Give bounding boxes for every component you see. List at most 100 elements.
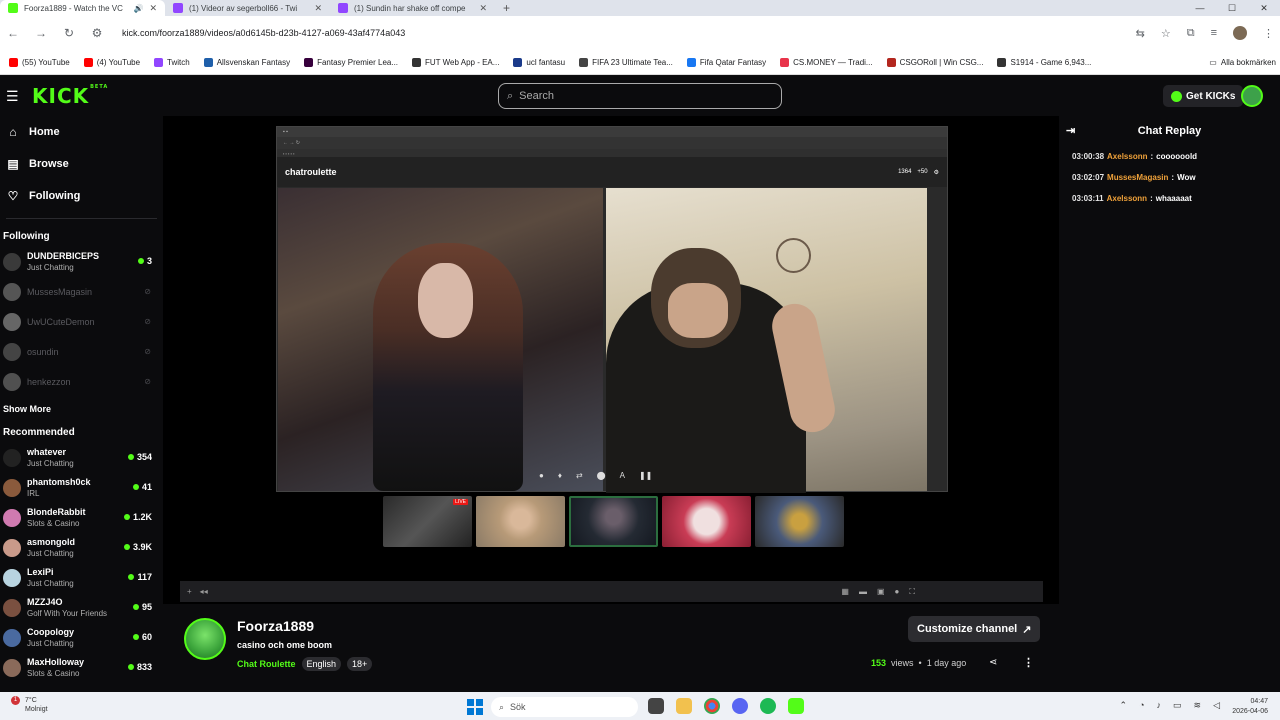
sidebar-channel[interactable]: henkezzon ⊘ bbox=[0, 367, 163, 397]
kick-logo[interactable]: KICKBETA bbox=[32, 84, 108, 108]
sidebar-channel[interactable]: BlondeRabbit Slots & Casino 1.2K bbox=[0, 503, 163, 533]
sidebar-channel[interactable]: osundin ⊘ bbox=[0, 337, 163, 367]
thumbnail-5[interactable] bbox=[755, 496, 844, 547]
speaker-icon[interactable]: 🔊 bbox=[133, 4, 143, 13]
maximize-icon[interactable]: ☐ bbox=[1216, 0, 1248, 16]
collapse-chat-icon[interactable]: ⇥ bbox=[1066, 124, 1075, 137]
profile-avatar[interactable] bbox=[1233, 26, 1247, 40]
menu-kebab-icon[interactable]: ⋮ bbox=[1263, 27, 1274, 40]
close-window-icon[interactable]: ✕ bbox=[1248, 0, 1280, 16]
chrome-icon[interactable] bbox=[704, 698, 720, 714]
bookmark-item[interactable]: CSGORoll | Win CSG... bbox=[880, 57, 991, 67]
back-icon[interactable]: ← bbox=[6, 26, 20, 40]
chat-username[interactable]: Axelssonn bbox=[1107, 152, 1147, 161]
clock[interactable]: 04:47 2026-04-06 bbox=[1232, 697, 1268, 717]
sidebar-item-following[interactable]: ♡ Following bbox=[0, 180, 163, 212]
chat-username[interactable]: MussesMagasin bbox=[1107, 173, 1168, 182]
wifi-icon[interactable]: ≋ bbox=[1194, 700, 1202, 711]
minimize-icon[interactable]: — bbox=[1184, 0, 1216, 16]
site-info-icon[interactable]: ⚙ bbox=[90, 26, 104, 40]
sidebar-channel[interactable]: DUNDERBICEPS Just Chatting 3 bbox=[0, 247, 163, 277]
hamburger-menu-icon[interactable]: ☰ bbox=[6, 88, 19, 105]
volume-icon[interactable]: ◂◂ bbox=[200, 587, 208, 596]
sidebar-channel[interactable]: asmongold Just Chatting 3.9K bbox=[0, 533, 163, 563]
chat-username[interactable]: Axelssonn bbox=[1107, 194, 1147, 203]
streamer-avatar[interactable] bbox=[184, 618, 226, 660]
more-options-icon[interactable]: ⋮ bbox=[1023, 656, 1034, 669]
sidebar-channel[interactable]: MussesMagasin ⊘ bbox=[0, 277, 163, 307]
user-avatar[interactable] bbox=[1241, 85, 1263, 107]
bookmark-item[interactable]: (4) YouTube bbox=[77, 57, 147, 67]
mic-icon[interactable]: ♦ bbox=[558, 471, 562, 480]
customize-channel-button[interactable]: Customize channel ↗ bbox=[908, 616, 1041, 642]
windows-start-icon[interactable] bbox=[467, 699, 483, 715]
filter-icon[interactable]: A bbox=[620, 471, 625, 480]
task-view-icon[interactable] bbox=[648, 698, 664, 714]
location-icon[interactable]: ● bbox=[539, 471, 544, 480]
kick-app-icon[interactable] bbox=[788, 698, 804, 714]
bookmark-item[interactable]: Fifa Qatar Fantasy bbox=[680, 57, 773, 67]
thumbnail-2[interactable] bbox=[476, 496, 565, 547]
sidebar-channel[interactable]: whatever Just Chatting 354 bbox=[0, 443, 163, 473]
close-icon[interactable]: ✕ bbox=[314, 3, 322, 14]
share-icon[interactable]: ⋖ bbox=[989, 657, 997, 668]
thumbnail-4[interactable] bbox=[662, 496, 751, 547]
file-explorer-icon[interactable] bbox=[676, 698, 692, 714]
category-link[interactable]: Chat Roulette bbox=[237, 659, 296, 669]
add-icon[interactable]: + bbox=[187, 587, 192, 596]
sidebar-item-home[interactable]: ⌂ Home bbox=[0, 116, 163, 148]
reading-list-icon[interactable]: ≡ bbox=[1211, 27, 1217, 39]
new-tab-button[interactable]: + bbox=[503, 1, 510, 15]
url-field[interactable]: kick.com/foorza1889/videos/a0d6145b-d23b… bbox=[118, 21, 1122, 45]
spotify-icon[interactable] bbox=[760, 698, 776, 714]
search-input[interactable]: ⌕ Search bbox=[498, 83, 782, 109]
bookmark-item[interactable]: S1914 - Game 6,943... bbox=[990, 57, 1098, 67]
bookmark-item[interactable]: FIFA 23 Ultimate Tea... bbox=[572, 57, 680, 67]
sidebar-item-browse[interactable]: ▤ Browse bbox=[0, 148, 163, 180]
thumbnail-3[interactable] bbox=[569, 496, 658, 547]
network-icon[interactable]: ◔ bbox=[1139, 700, 1144, 711]
tab-kick[interactable]: Foorza1889 - Watch the VC 🔊 ✕ bbox=[0, 0, 165, 16]
pip-icon[interactable]: ▣ bbox=[877, 587, 885, 596]
streamer-name[interactable]: Foorza1889 bbox=[237, 618, 314, 634]
quality-icon[interactable]: ▦ bbox=[841, 587, 849, 596]
bookmark-item[interactable]: FUT Web App - EA... bbox=[405, 57, 506, 67]
translate-icon[interactable]: ⇆ bbox=[1136, 27, 1145, 40]
sidebar-channel[interactable]: MaxHolloway Slots & Casino 833 bbox=[0, 653, 163, 683]
theater-icon[interactable]: ▬ bbox=[859, 587, 867, 596]
reload-icon[interactable]: ↻ bbox=[62, 26, 76, 40]
tray-chevron-icon[interactable]: ⌃ bbox=[1120, 700, 1128, 711]
fullscreen-icon[interactable]: ⛶ bbox=[909, 587, 915, 597]
sidebar-channel[interactable]: phantomsh0ck IRL 41 bbox=[0, 473, 163, 503]
get-kicks-button[interactable]: Get KICKs bbox=[1163, 85, 1244, 107]
bookmark-item[interactable]: Allsvenskan Fantasy bbox=[197, 57, 297, 67]
bookmark-item[interactable]: Fantasy Premier Lea... bbox=[297, 57, 405, 67]
close-icon[interactable]: ✕ bbox=[479, 3, 487, 14]
mic-tray-icon[interactable]: ♪ bbox=[1157, 700, 1162, 711]
video-frame[interactable]: ▪ ▪ ← → ↻ ▪ ▪ ▪ ▪ ▪ chatroulette 1364 +50… bbox=[276, 126, 948, 493]
extensions-icon[interactable]: ⧉ bbox=[1187, 27, 1195, 40]
tag-language[interactable]: English bbox=[301, 657, 342, 671]
taskbar-search[interactable]: ⌕ Sök bbox=[491, 697, 638, 717]
tab-twitch-1[interactable]: (1) Videor av segerboll66 - Twi ✕ bbox=[165, 0, 330, 16]
bookmark-item[interactable]: Twitch bbox=[147, 57, 197, 67]
show-more-button[interactable]: Show More bbox=[0, 397, 163, 421]
tab-twitch-2[interactable]: (1) Sundin har shake off compe ✕ bbox=[330, 0, 495, 16]
display-icon[interactable]: ▭ bbox=[1173, 700, 1182, 711]
close-icon[interactable]: ✕ bbox=[149, 3, 157, 14]
volume-tray-icon[interactable]: ◁ bbox=[1213, 700, 1220, 711]
bookmark-item[interactable]: (55) YouTube bbox=[2, 57, 77, 67]
forward-icon[interactable]: → bbox=[34, 26, 48, 40]
bookmark-item[interactable]: ucl fantasu bbox=[506, 57, 572, 67]
all-bookmarks-button[interactable]: ▭ Alla bokmärken bbox=[1209, 50, 1276, 75]
discord-icon[interactable] bbox=[732, 698, 748, 714]
next-icon[interactable]: ⇄ bbox=[576, 471, 583, 480]
bookmark-star-icon[interactable]: ☆ bbox=[1161, 27, 1171, 40]
record-icon[interactable]: ⬤ bbox=[597, 471, 606, 480]
thumbnail-1[interactable]: LIVE bbox=[383, 496, 472, 547]
sidebar-channel[interactable]: Coopology Just Chatting 60 bbox=[0, 623, 163, 653]
sidebar-channel[interactable]: LexiPi Just Chatting 117 bbox=[0, 563, 163, 593]
tag-mature[interactable]: 18+ bbox=[347, 657, 373, 671]
bookmark-item[interactable]: CS.MONEY — Tradi... bbox=[773, 57, 879, 67]
pause-icon[interactable]: ❚❚ bbox=[639, 471, 652, 480]
